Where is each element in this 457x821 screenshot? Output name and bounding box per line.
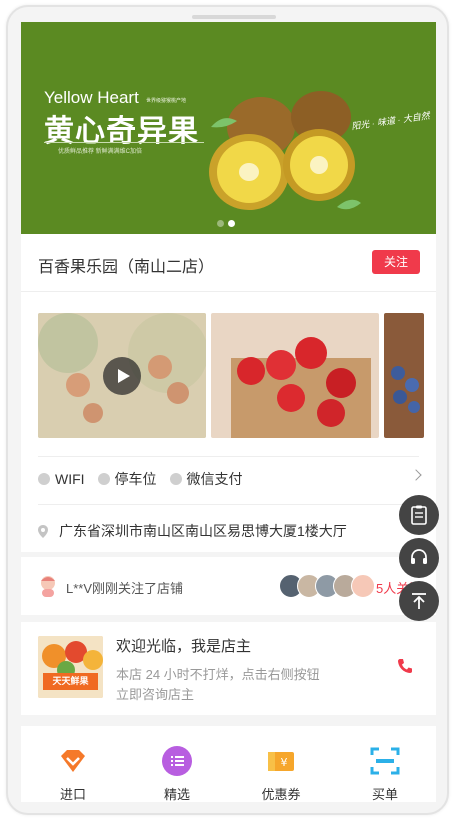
banner-title-small: 世界级猕猴桃产地 xyxy=(146,98,187,104)
arrow-up-icon xyxy=(412,593,426,609)
store-address[interactable]: 广东省深圳市南山区南山区易思博大厦1楼大厅 xyxy=(38,521,347,541)
carousel-dot[interactable] xyxy=(217,220,224,227)
nav-label: 买单 xyxy=(371,787,398,802)
banner-script-text: 阳光 · 味道 · 大自然 xyxy=(350,110,431,132)
bottom-nav: 进口 精选 ¥ 优惠券 买单 xyxy=(21,726,436,802)
store-card: 百香果乐园（南山二店） 关注 WIFI 停车位 微信支付 广东省深圳市南山区南山… xyxy=(21,234,436,552)
user-avatar-icon xyxy=(41,576,55,597)
nav-item-import[interactable]: 进口 xyxy=(43,745,103,802)
chevron-right-icon[interactable] xyxy=(410,469,422,481)
svg-text:¥: ¥ xyxy=(281,756,288,769)
amenity-label: 微信支付 xyxy=(186,471,243,487)
amenities-row[interactable]: WIFI 停车位 微信支付 xyxy=(38,469,256,489)
wifi-icon xyxy=(38,473,50,485)
carousel-dots xyxy=(217,214,239,232)
nav-label: 精选 xyxy=(163,787,190,802)
recent-follow-text: L**V刚刚关注了店铺 xyxy=(66,581,184,596)
followers-strip[interactable]: L**V刚刚关注了店铺 5人关注 xyxy=(21,557,436,615)
promo-banner[interactable]: Yellow Heart 世界级猕猴桃产地 黄心奇异果 优质鲜品推荐 新鲜满满维… xyxy=(21,22,436,234)
divider xyxy=(21,291,436,292)
wechat-pay-icon xyxy=(169,473,182,485)
list-icon xyxy=(162,746,192,776)
back-to-top-button[interactable] xyxy=(399,581,439,621)
owner-card[interactable]: 天天鲜果 欢迎光临，我是店主 本店 24 小时不打烊，点击右侧按钮立即咨询店主 xyxy=(21,622,436,715)
diamond-chevron-icon xyxy=(61,750,85,772)
nav-label: 进口 xyxy=(59,787,86,802)
amenity-wechat-pay: 微信支付 xyxy=(169,469,243,489)
clipboard-icon xyxy=(411,505,427,525)
nav-label: 优惠券 xyxy=(261,787,301,802)
store-video[interactable] xyxy=(38,313,206,438)
owner-greeting: 欢迎光临，我是店主 xyxy=(116,638,252,655)
amenity-label: 停车位 xyxy=(114,471,157,487)
owner-description: 本店 24 小时不打烊，点击右侧按钮立即咨询店主 xyxy=(116,667,320,702)
parking-icon xyxy=(97,473,110,485)
carousel-dot-active[interactable] xyxy=(228,220,235,227)
avatar xyxy=(351,574,375,598)
play-icon xyxy=(118,369,130,383)
owner-image-tag: 天天鲜果 xyxy=(43,673,98,690)
banner-subtitle: 优质鲜品推荐 新鲜满满维C加倍 xyxy=(58,149,143,155)
strawberry-image xyxy=(211,313,379,438)
owner-image: 天天鲜果 xyxy=(38,636,103,698)
order-list-button[interactable] xyxy=(399,495,439,535)
banner-title-cn: 黄心奇异果 xyxy=(44,115,199,148)
play-button[interactable] xyxy=(103,357,141,395)
coupon-icon: ¥ xyxy=(268,752,294,771)
amenity-parking: 停车位 xyxy=(97,469,157,489)
customer-service-button[interactable] xyxy=(399,538,439,578)
store-photo-blueberry[interactable] xyxy=(384,313,424,438)
amenity-label: WIFI xyxy=(55,471,85,487)
scan-icon xyxy=(370,747,400,775)
phone-call-icon[interactable] xyxy=(397,658,413,674)
store-photo-strawberry[interactable] xyxy=(211,313,379,438)
kiwi-image xyxy=(209,91,361,210)
phone-frame: Yellow Heart 世界级猕猴桃产地 黄心奇异果 优质鲜品推荐 新鲜满满维… xyxy=(6,5,449,815)
nav-item-coupon[interactable]: ¥ 优惠券 xyxy=(251,745,311,802)
phone-notch xyxy=(192,15,276,19)
screen: Yellow Heart 世界级猕猴桃产地 黄心奇异果 优质鲜品推荐 新鲜满满维… xyxy=(21,22,436,802)
location-pin-icon xyxy=(38,524,48,538)
address-text: 广东省深圳市南山区南山区易思博大厦1楼大厅 xyxy=(59,523,347,539)
amenity-wifi: WIFI xyxy=(38,471,85,487)
banner-title-en: Yellow Heart xyxy=(44,88,139,107)
banner-divider xyxy=(44,142,204,143)
divider xyxy=(38,504,419,505)
nav-item-featured[interactable]: 精选 xyxy=(147,745,207,802)
nav-item-pay[interactable]: 买单 xyxy=(355,745,415,802)
blueberry-image xyxy=(384,313,424,438)
follow-button[interactable]: 关注 xyxy=(372,250,420,274)
headset-icon xyxy=(411,549,427,564)
divider xyxy=(38,456,419,457)
store-name: 百香果乐园（南山二店） xyxy=(38,259,215,276)
